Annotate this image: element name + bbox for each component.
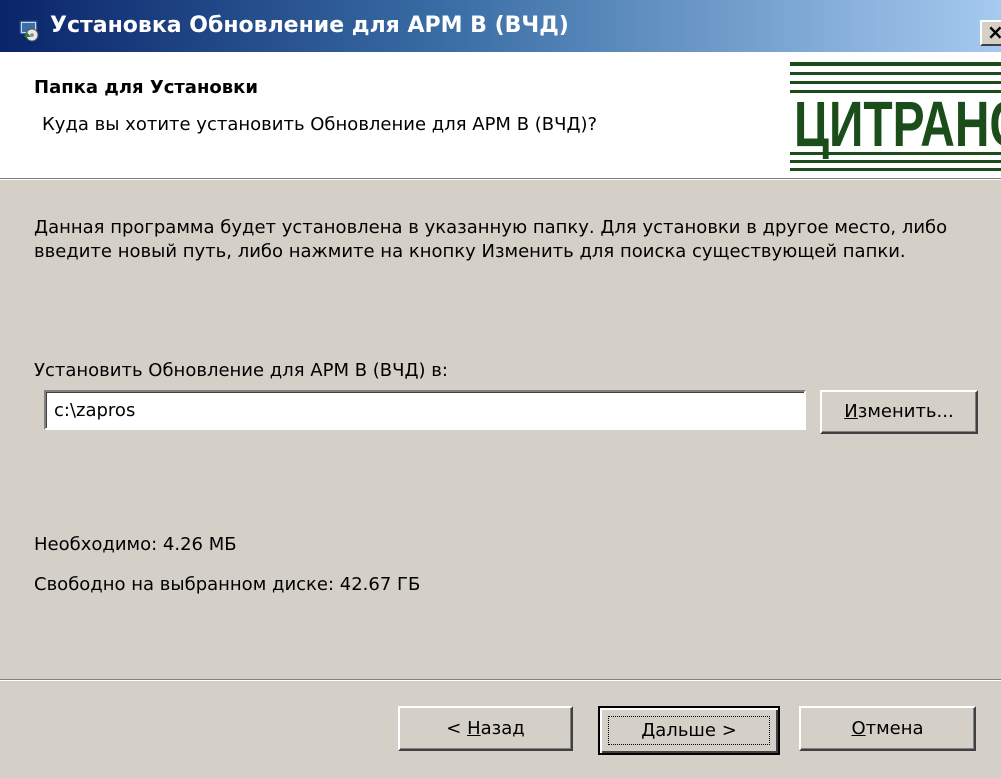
change-button[interactable]: Изменить... <box>820 390 978 434</box>
company-logo: ЦИТРАНС <box>790 56 1001 172</box>
header-panel: Папка для Установки Куда вы хотите устан… <box>0 52 1001 178</box>
required-space-text: Необходимо: 4.26 МБ <box>34 534 237 555</box>
cancel-button[interactable]: Отмена <box>799 706 976 751</box>
focus-rectangle: Дальше > <box>608 716 770 745</box>
cancel-label: тмена <box>865 718 924 739</box>
change-mnemonic: И <box>844 401 858 422</box>
page-subtitle: Куда вы хотите установить Обновление для… <box>42 114 598 135</box>
next-button[interactable]: Дальше > <box>598 706 780 755</box>
cancel-mnemonic: О <box>851 718 866 739</box>
header-divider <box>0 178 1001 180</box>
logo-text: ЦИТРАНС <box>794 88 1001 160</box>
instructions-text: Данная программа будет установлена в ука… <box>34 217 948 262</box>
change-label: зменить... <box>857 401 954 422</box>
back-prefix: < <box>446 718 468 739</box>
title-bar[interactable]: Установка Обновление для АРМ В (ВЧД) × <box>0 0 1001 52</box>
footer-divider <box>0 679 1001 681</box>
installer-window: Установка Обновление для АРМ В (ВЧД) × П… <box>0 0 1001 778</box>
back-button[interactable]: < Назад <box>398 706 573 751</box>
window-title: Установка Обновление для АРМ В (ВЧД) <box>50 13 569 38</box>
next-label: альше > <box>655 720 737 741</box>
page-title: Папка для Установки <box>34 77 258 98</box>
next-mnemonic: Д <box>641 720 656 741</box>
close-button[interactable]: × <box>980 20 1001 46</box>
free-space-text: Свободно на выбранном диске: 42.67 ГБ <box>34 574 421 595</box>
back-mnemonic: Н <box>467 718 481 739</box>
installer-icon <box>18 18 42 42</box>
close-icon: × <box>987 20 1001 44</box>
back-label: азад <box>480 718 525 739</box>
install-path-label: Установить Обновление для АРМ В (ВЧД) в: <box>34 360 448 381</box>
install-path-input[interactable] <box>44 390 806 430</box>
